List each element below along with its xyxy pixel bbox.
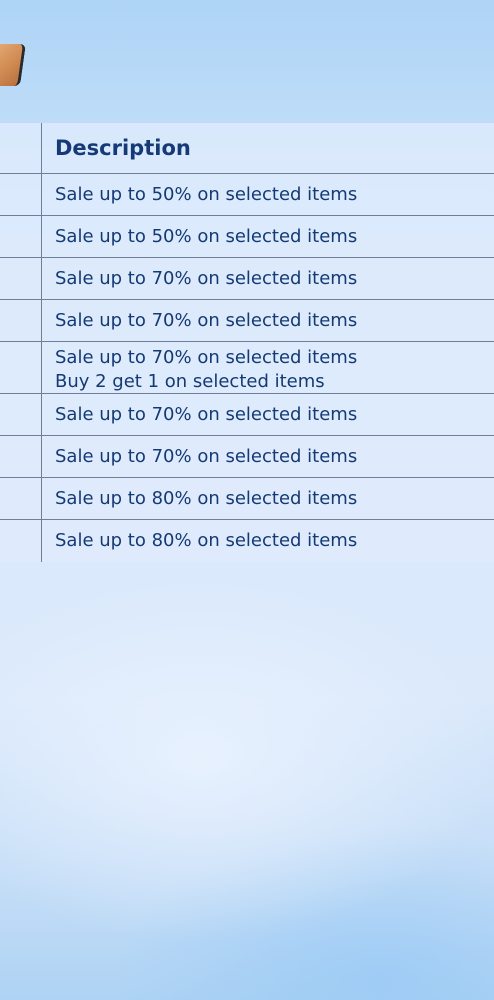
- row-left-cell: [0, 174, 42, 215]
- table-row: Sale up to 50% on selected items: [0, 174, 494, 216]
- table-header-row: Description: [0, 123, 494, 174]
- row-description: Sale up to 50% on selected items: [55, 226, 358, 247]
- row-description-line: Sale up to 70% on selected items: [55, 347, 358, 368]
- row-description: Sale up to 70% on selected items: [55, 310, 358, 331]
- table-row: Sale up to 80% on selected items: [0, 520, 494, 562]
- promotions-table: Description Sale up to 50% on selected i…: [0, 123, 494, 562]
- row-left-cell: [0, 342, 42, 393]
- row-description: Sale up to 70% on selected items: [55, 268, 358, 289]
- row-left-cell: [0, 216, 42, 257]
- row-description-line: Buy 2 get 1 on selected items: [55, 371, 325, 392]
- table-row: Sale up to 70% on selected items Buy 2 g…: [0, 342, 494, 394]
- row-left-cell: [0, 394, 42, 435]
- decorative-badge-icon: [0, 44, 26, 86]
- row-left-cell: [0, 436, 42, 477]
- row-description: Sale up to 70% on selected items Buy 2 g…: [55, 346, 488, 394]
- table-row: Sale up to 70% on selected items: [0, 258, 494, 300]
- row-left-cell: [0, 478, 42, 519]
- description-column-header: Description: [55, 136, 191, 160]
- table-row: Sale up to 80% on selected items: [0, 478, 494, 520]
- row-left-cell: [0, 520, 42, 562]
- row-description: Sale up to 80% on selected items: [55, 530, 358, 551]
- row-left-cell: [0, 300, 42, 341]
- table-row: Sale up to 70% on selected items: [0, 300, 494, 342]
- row-description: Sale up to 70% on selected items: [55, 404, 358, 425]
- table-row: Sale up to 70% on selected items: [0, 394, 494, 436]
- table-row: Sale up to 70% on selected items: [0, 436, 494, 478]
- table-row: Sale up to 50% on selected items: [0, 216, 494, 258]
- header-left-cell: [0, 123, 42, 173]
- row-left-cell: [0, 258, 42, 299]
- row-description: Sale up to 80% on selected items: [55, 488, 358, 509]
- row-description: Sale up to 50% on selected items: [55, 184, 358, 205]
- row-description: Sale up to 70% on selected items: [55, 446, 358, 467]
